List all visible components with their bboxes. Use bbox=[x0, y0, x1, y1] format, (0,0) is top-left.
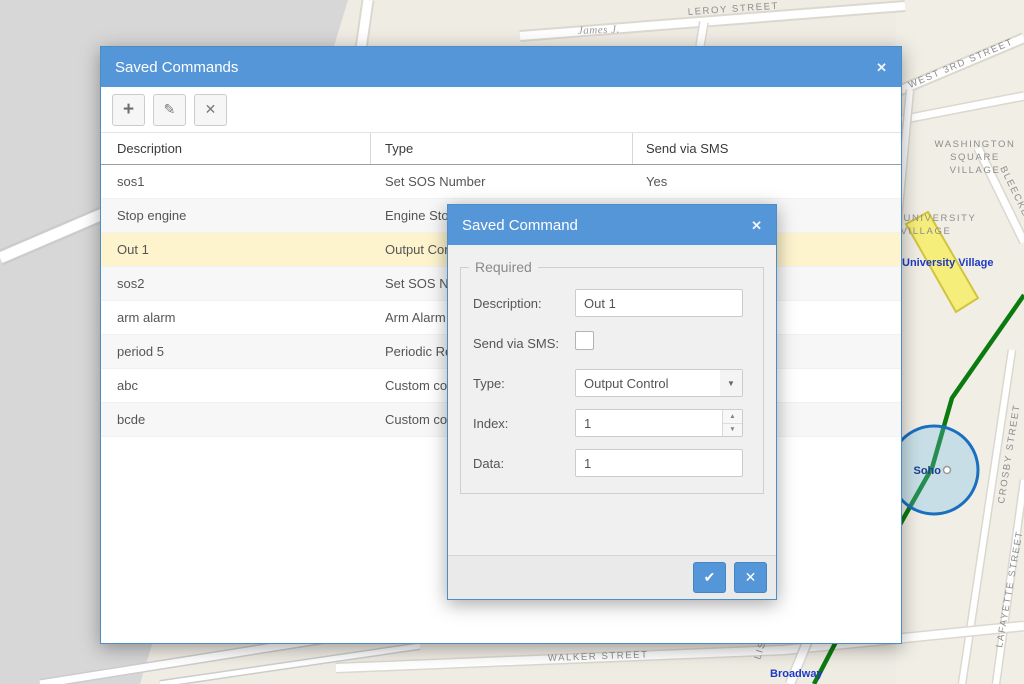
index-label: Index: bbox=[473, 416, 575, 431]
command-form: Required Description: Send via SMS: Type… bbox=[448, 245, 776, 555]
cell-sms: Yes bbox=[633, 174, 901, 189]
saved-command-header[interactable]: Saved Command ✕ bbox=[448, 205, 776, 245]
cell-description: bcde bbox=[101, 412, 371, 427]
column-header-sms[interactable]: Send via SMS bbox=[633, 141, 901, 156]
table-row[interactable]: sos1 Set SOS Number Yes bbox=[101, 165, 901, 199]
cancel-button[interactable]: ✕ bbox=[734, 562, 767, 593]
type-row: Type: Output Control ▼ bbox=[473, 369, 751, 397]
close-icon[interactable]: ✕ bbox=[751, 219, 762, 232]
column-header-description[interactable]: Description bbox=[101, 133, 371, 164]
data-row: Data: bbox=[473, 449, 751, 477]
place-label-soho: Soho bbox=[914, 465, 942, 477]
cell-description: sos2 bbox=[101, 276, 371, 291]
area-label-washington-3: VILLAGE bbox=[950, 165, 1001, 176]
area-label-university-1: UNIVERSITY bbox=[903, 213, 976, 224]
area-label-washington-2: SQUARE bbox=[950, 152, 1000, 163]
cell-description: Stop engine bbox=[101, 208, 371, 223]
chevron-down-icon[interactable]: ▼ bbox=[720, 370, 742, 396]
sms-row: Send via SMS: bbox=[473, 329, 751, 357]
table-header: Description Type Send via SMS bbox=[101, 132, 901, 165]
index-input[interactable] bbox=[575, 409, 743, 437]
cell-description: sos1 bbox=[101, 174, 371, 189]
cell-type: Set SOS Number bbox=[371, 174, 633, 189]
type-label: Type: bbox=[473, 376, 575, 391]
description-row: Description: bbox=[473, 289, 751, 317]
area-label-washington-1: WASHINGTON bbox=[935, 139, 1016, 150]
index-spinner: ▲ ▼ bbox=[722, 410, 742, 436]
sms-label: Send via SMS: bbox=[473, 336, 575, 351]
cell-description: period 5 bbox=[101, 344, 371, 359]
cell-description: arm alarm bbox=[101, 310, 371, 325]
index-row: Index: ▲ ▼ bbox=[473, 409, 751, 437]
remove-command-button[interactable]: ✕ bbox=[194, 94, 227, 126]
spinner-down-icon[interactable]: ▼ bbox=[723, 424, 742, 437]
cell-description: Out 1 bbox=[101, 242, 371, 257]
type-select-value: Output Control bbox=[584, 376, 669, 391]
saved-command-window: Saved Command ✕ Required Description: Se… bbox=[447, 204, 777, 600]
add-command-button[interactable]: + bbox=[112, 94, 145, 126]
fieldset-legend: Required bbox=[469, 259, 538, 275]
sms-checkbox[interactable] bbox=[575, 331, 594, 350]
commands-toolbar: + ✎ ✕ bbox=[101, 87, 901, 132]
data-label: Data: bbox=[473, 456, 575, 471]
edit-command-button[interactable]: ✎ bbox=[153, 94, 186, 126]
cell-description: abc bbox=[101, 378, 371, 393]
column-header-type[interactable]: Type bbox=[371, 133, 633, 164]
description-label: Description: bbox=[473, 296, 575, 311]
required-fieldset: Required Description: Send via SMS: Type… bbox=[460, 259, 764, 494]
description-input[interactable] bbox=[575, 289, 743, 317]
ok-button[interactable]: ✔ bbox=[693, 562, 726, 593]
place-label-university-village: University Village bbox=[902, 257, 994, 269]
type-select[interactable]: Output Control bbox=[575, 369, 743, 397]
data-input[interactable] bbox=[575, 449, 743, 477]
dialog-footer: ✔ ✕ bbox=[448, 555, 776, 599]
park-label-james: James J. bbox=[578, 24, 620, 37]
spinner-up-icon[interactable]: ▲ bbox=[723, 410, 742, 424]
soho-place-dot bbox=[944, 467, 951, 474]
dialog-title: Saved Command bbox=[462, 217, 751, 234]
area-label-university-2: VILLAGE bbox=[901, 226, 952, 237]
dialog-title: Saved Commands bbox=[115, 59, 876, 76]
saved-commands-header[interactable]: Saved Commands ✕ bbox=[101, 47, 901, 87]
close-icon[interactable]: ✕ bbox=[876, 61, 887, 74]
place-label-broadway: Broadway bbox=[770, 668, 823, 680]
